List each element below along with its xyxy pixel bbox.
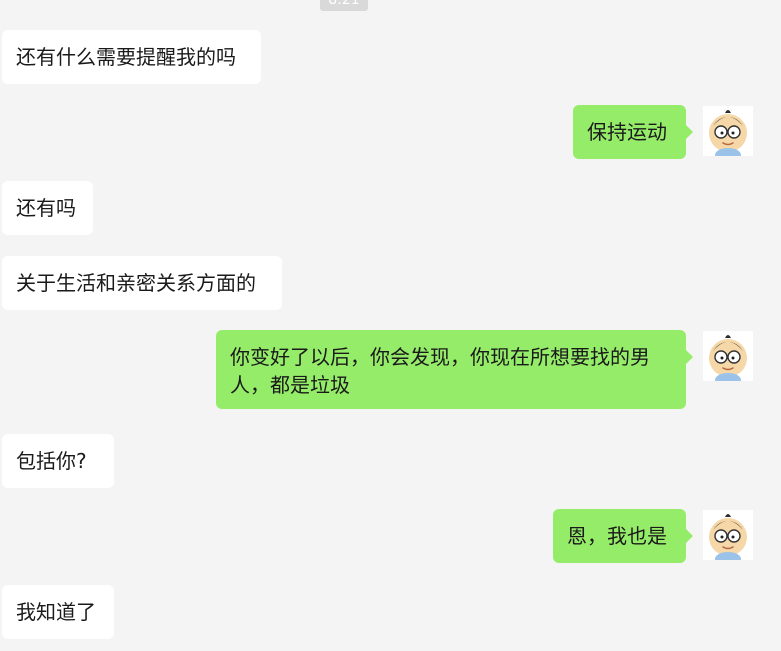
message-timestamp: 8:21: [320, 0, 368, 11]
sender-avatar[interactable]: [703, 331, 753, 381]
cartoon-boy-avatar-icon: [709, 110, 747, 156]
cartoon-boy-avatar-icon: [709, 335, 747, 381]
incoming-message-bubble[interactable]: 还有吗: [2, 181, 93, 235]
outgoing-message-bubble[interactable]: 你变好了以后，你会发现，你现在所想要找的男人，都是垃圾: [216, 330, 693, 409]
outgoing-message-bubble[interactable]: 保持运动: [573, 105, 693, 159]
sender-avatar[interactable]: [703, 510, 753, 560]
outgoing-message-bubble[interactable]: 恩，我也是: [553, 509, 693, 563]
incoming-message-bubble[interactable]: 还有什么需要提醒我的吗: [2, 30, 261, 84]
incoming-message-bubble[interactable]: 包括你?: [2, 434, 114, 488]
sender-avatar[interactable]: [703, 106, 753, 156]
incoming-message-bubble[interactable]: 我知道了: [2, 585, 114, 639]
incoming-message-bubble[interactable]: 关于生活和亲密关系方面的: [2, 256, 282, 310]
cartoon-boy-avatar-icon: [709, 514, 747, 560]
